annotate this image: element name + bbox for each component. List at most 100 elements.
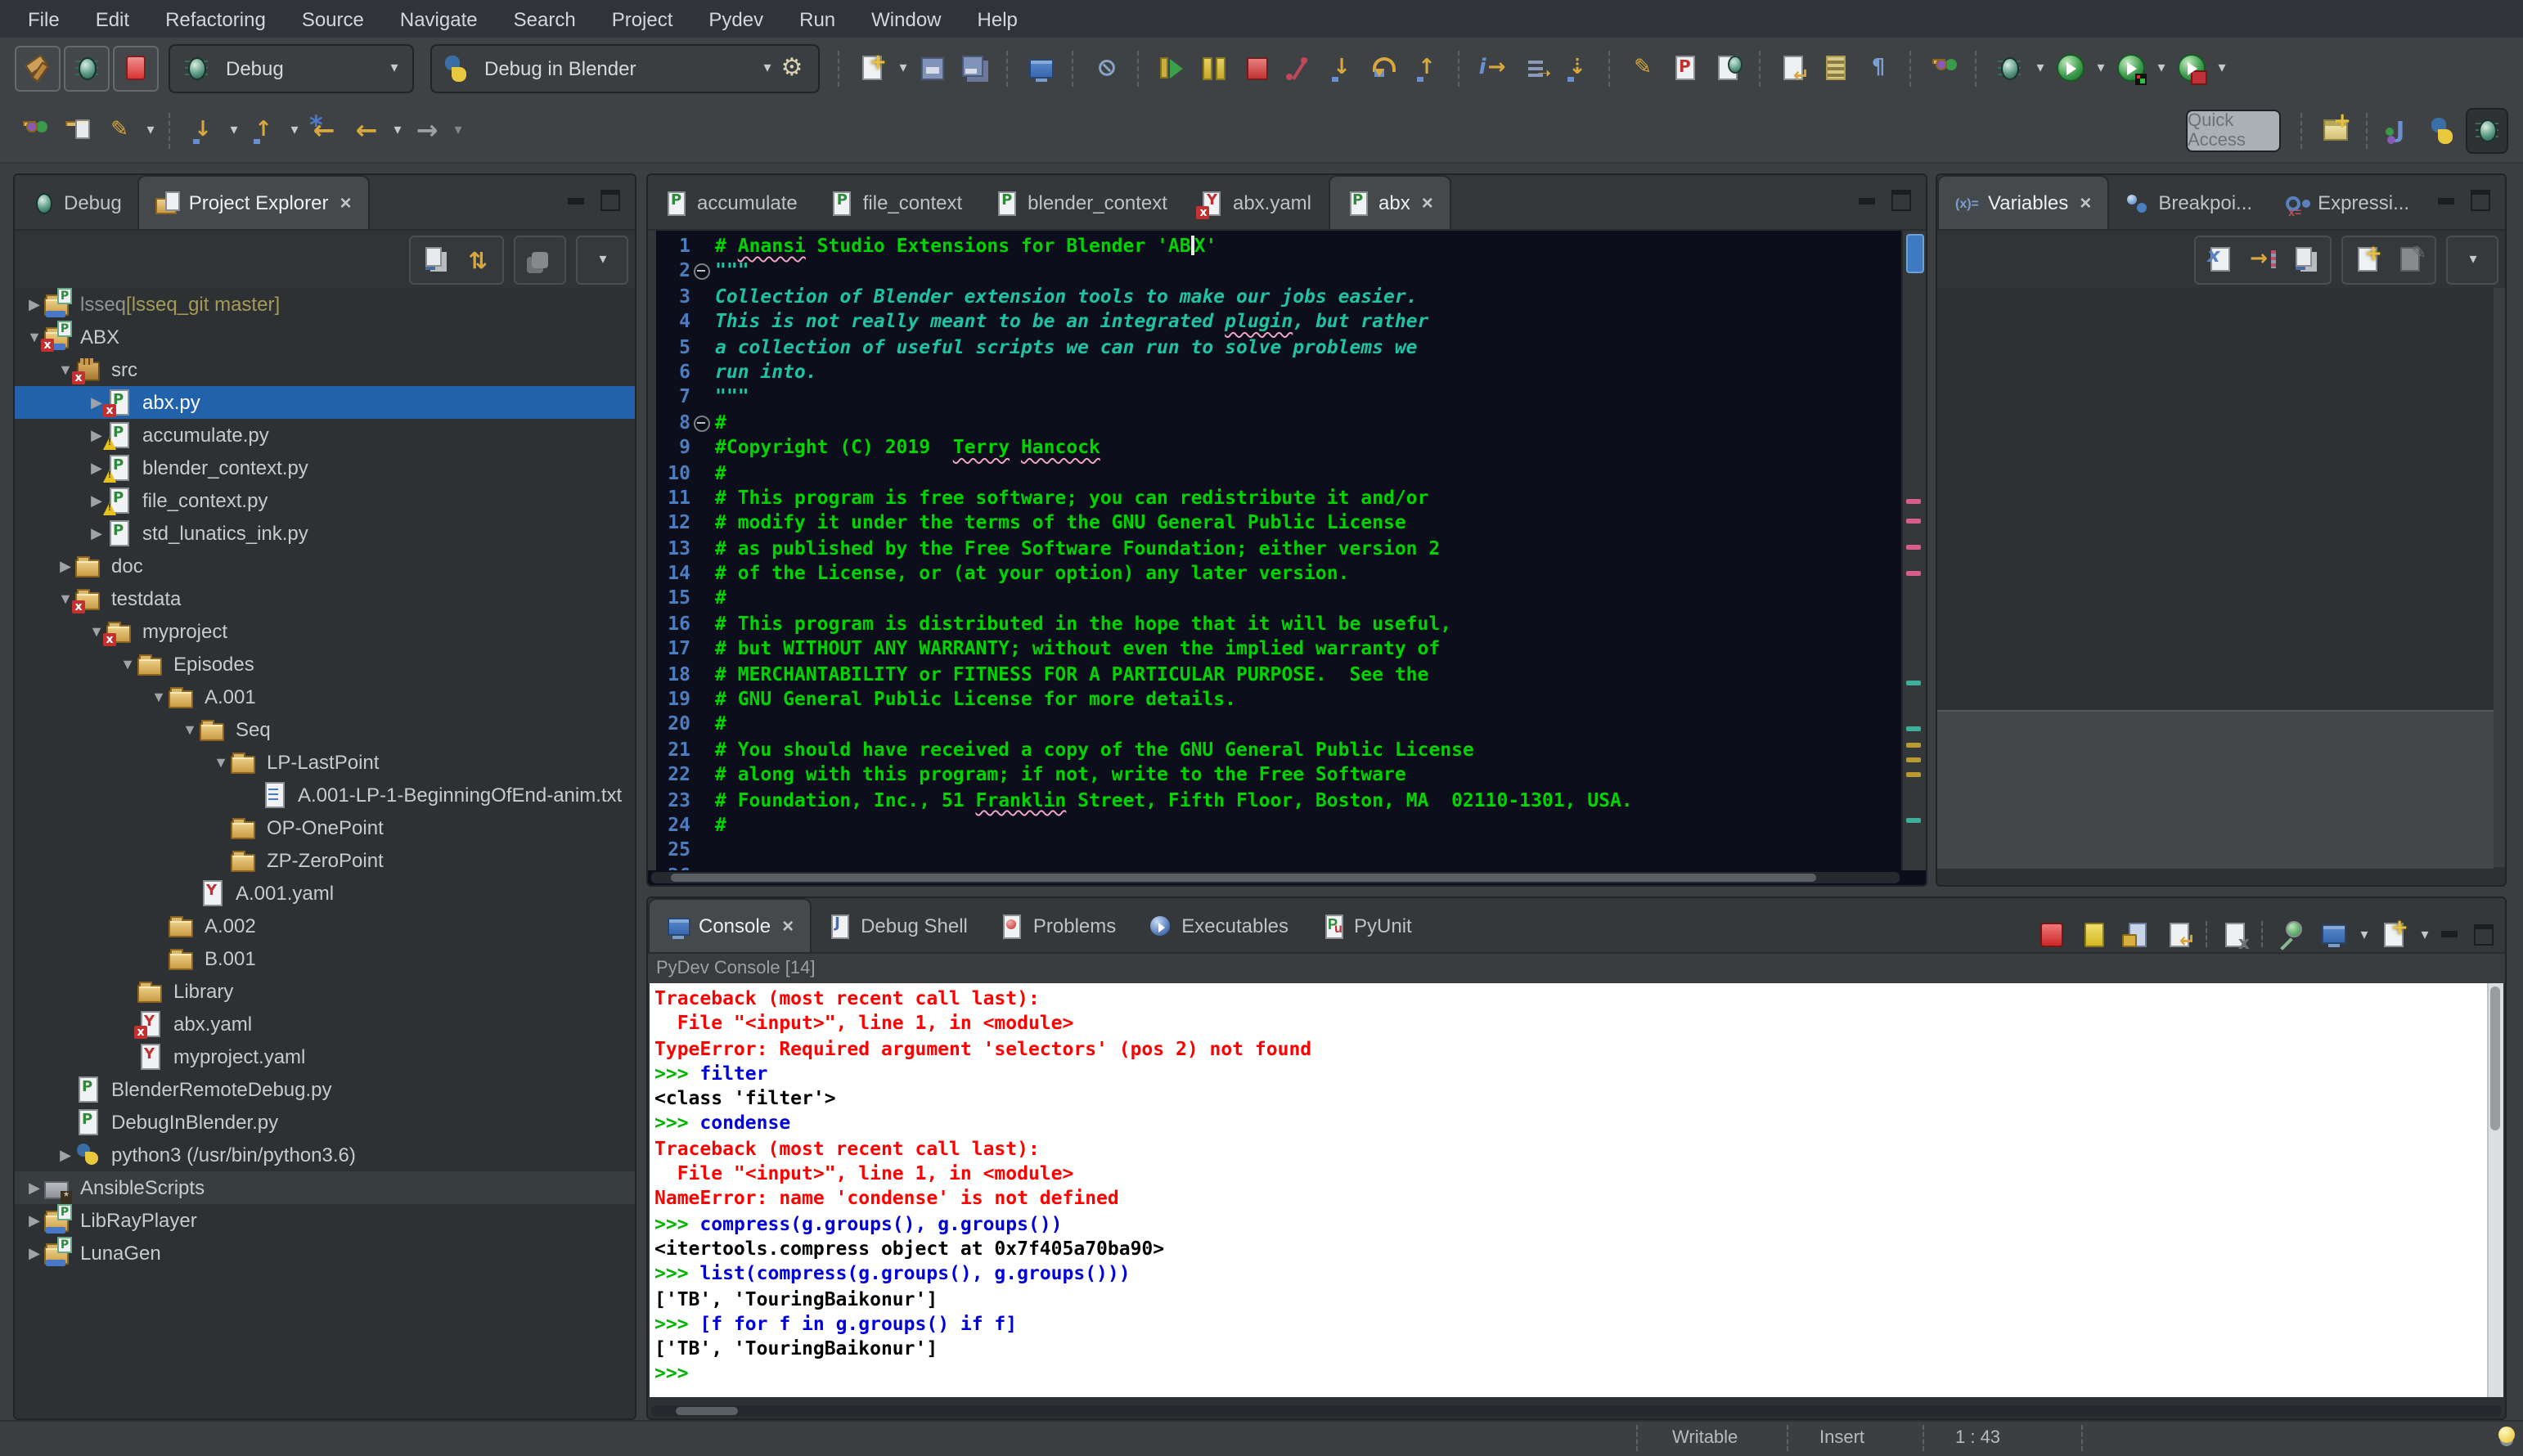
import-button[interactable] xyxy=(57,109,97,151)
tree-item-accumulate-py[interactable]: ▶Paccumulate.py xyxy=(15,419,635,452)
terminate-console-button[interactable] xyxy=(2032,913,2071,955)
menu-search[interactable]: Search xyxy=(496,2,594,35)
tree-item-myproject-yaml[interactable]: Ymyproject.yaml xyxy=(15,1040,635,1073)
clear-console-button[interactable] xyxy=(2215,913,2255,955)
gear-icon[interactable]: ⚙ xyxy=(776,52,808,84)
chevron-open-icon[interactable]: ▼ xyxy=(149,689,169,705)
overview-mark[interactable] xyxy=(1906,519,1921,524)
chevron-closed-icon[interactable]: ▶ xyxy=(25,1244,44,1262)
chevron-closed-icon[interactable]: ▶ xyxy=(25,1211,44,1229)
run-dropdown[interactable]: ▾ xyxy=(2093,59,2109,77)
tab-debug-shell[interactable]: JDebug Shell xyxy=(812,900,984,952)
run-button[interactable] xyxy=(2050,47,2089,89)
tree-item-blenderremotedebug-py[interactable]: PBlenderRemoteDebug.py xyxy=(15,1073,635,1106)
pydev-debug-module-button[interactable] xyxy=(1708,47,1747,89)
console-output[interactable]: Traceback (most recent call last): File … xyxy=(650,983,2503,1397)
minimize-icon[interactable] xyxy=(2438,197,2454,204)
maximize-icon[interactable] xyxy=(2471,190,2490,211)
save-all-button[interactable] xyxy=(956,47,995,89)
java-perspective-button[interactable] xyxy=(2381,109,2420,151)
use-step-filters-button[interactable] xyxy=(1515,47,1554,89)
tree-item-zp-zeropoint[interactable]: ZP-ZeroPoint xyxy=(15,844,635,877)
close-icon[interactable]: × xyxy=(782,914,794,937)
lightbulb-icon[interactable] xyxy=(2498,1427,2515,1443)
fold-marker[interactable] xyxy=(690,259,710,285)
pydev-perspective-button[interactable] xyxy=(2423,109,2462,151)
open-project-resource-button[interactable] xyxy=(15,109,54,151)
profile-dropdown[interactable]: ▾ xyxy=(2214,59,2230,77)
disconnect-button[interactable] xyxy=(1279,47,1319,89)
chevron-closed-icon[interactable]: ▶ xyxy=(87,524,106,542)
display-console-button[interactable] xyxy=(2314,913,2353,955)
debug-perspective-button[interactable] xyxy=(2466,107,2508,153)
edit-watch-button[interactable] xyxy=(2390,238,2430,281)
tree-item-testdata[interactable]: ▼xtestdata xyxy=(15,582,635,615)
minimize-icon[interactable] xyxy=(568,197,584,204)
previous-annotation-dropdown[interactable]: ▾ xyxy=(286,121,303,139)
forward-dropdown[interactable]: ▾ xyxy=(450,121,466,139)
tree-item-a-002[interactable]: A.002 xyxy=(15,910,635,942)
maximize-icon[interactable] xyxy=(1891,190,1911,211)
link-tree-button[interactable] xyxy=(2243,238,2282,281)
tree-item-file-context-py[interactable]: ▶Pfile_context.py xyxy=(15,484,635,517)
terminate-button[interactable] xyxy=(113,45,159,91)
tab-problems[interactable]: Problems xyxy=(984,900,1132,952)
new-watch-button[interactable] xyxy=(2348,238,2387,281)
menu-run[interactable]: Run xyxy=(781,2,853,35)
scroll-thumb[interactable] xyxy=(671,874,1816,882)
new-wizard-button[interactable] xyxy=(852,47,892,89)
fold-marker[interactable] xyxy=(690,410,710,435)
last-edit-location-button[interactable] xyxy=(1774,47,1813,89)
open-perspective-button[interactable] xyxy=(2315,109,2354,151)
console-hscrollbar[interactable] xyxy=(651,1405,2502,1417)
show-whitespace-button[interactable]: ¶ xyxy=(1859,47,1898,89)
overview-mark[interactable] xyxy=(1906,743,1921,748)
debug-last-button[interactable] xyxy=(64,45,110,91)
overview-mark[interactable] xyxy=(1906,726,1921,731)
tree-item-library[interactable]: Library xyxy=(15,975,635,1008)
tab-project-explorer[interactable]: Project Explorer× xyxy=(138,175,370,229)
close-icon[interactable]: × xyxy=(1422,191,1433,214)
open-console-dropdown[interactable]: ▾ xyxy=(2417,925,2433,943)
remove-launch-button[interactable] xyxy=(2075,913,2114,955)
step-over-button[interactable] xyxy=(1365,47,1404,89)
drop-to-frame-button[interactable]: ⇣ xyxy=(1558,47,1597,89)
tree-item-op-onepoint[interactable]: OP-OnePoint xyxy=(15,811,635,844)
save-button[interactable] xyxy=(913,47,952,89)
open-new-console-button[interactable] xyxy=(2374,913,2413,955)
tab-pyunit[interactable]: uPyUnit xyxy=(1305,900,1428,952)
tree-item-abx[interactable]: ▼PxABX xyxy=(15,321,635,353)
editor-hscrollbar[interactable] xyxy=(651,872,1900,883)
minimize-icon[interactable] xyxy=(2441,931,2458,937)
tab-blender-context[interactable]: Pblender_context xyxy=(978,177,1184,229)
tab-file-context[interactable]: Pfile_context xyxy=(814,177,978,229)
menu-refactoring[interactable]: Refactoring xyxy=(147,2,284,35)
suspend-button[interactable] xyxy=(1194,47,1234,89)
close-icon[interactable]: × xyxy=(2080,191,2091,214)
variables-menu-button[interactable]: ▾ xyxy=(2453,238,2492,281)
tree-item-a-001-lp-1-beginningofend-anim-txt[interactable]: A.001-LP-1-BeginningOfEnd-anim.txt xyxy=(15,779,635,811)
scroll-lock-button[interactable] xyxy=(2117,913,2156,955)
tree-item-python3-usr-bin-python3-6-[interactable]: ▶python3 (/usr/bin/python3.6) xyxy=(15,1139,635,1171)
overview-mark[interactable] xyxy=(1906,545,1921,550)
step-return-button[interactable]: ↑ xyxy=(1407,47,1446,89)
display-console-dropdown[interactable]: ▾ xyxy=(2356,925,2372,943)
tree-item-myproject[interactable]: ▼xmyproject xyxy=(15,615,635,648)
overview-mark[interactable] xyxy=(1906,571,1921,576)
tree-item-blender-context-py[interactable]: ▶Pblender_context.py xyxy=(15,452,635,484)
word-wrap-button[interactable] xyxy=(2160,913,2199,955)
pydev-module-button[interactable] xyxy=(1666,47,1705,89)
overview-mark[interactable] xyxy=(1906,757,1921,762)
step-into-selection-button[interactable] xyxy=(1473,47,1512,89)
debug-button[interactable] xyxy=(1990,47,2029,89)
console-vscrollbar[interactable] xyxy=(2487,983,2503,1397)
view-menu-button[interactable]: ▾ xyxy=(582,238,622,281)
menu-window[interactable]: Window xyxy=(853,2,959,35)
variables-tree[interactable] xyxy=(1937,288,2494,707)
tree-item-a-001[interactable]: ▼A.001 xyxy=(15,681,635,713)
skip-all-breakpoints-button[interactable] xyxy=(1086,47,1126,89)
menu-source[interactable]: Source xyxy=(284,2,382,35)
pydev-edit-button[interactable]: ✎ xyxy=(1623,47,1662,89)
minimize-icon[interactable] xyxy=(1859,197,1875,204)
tree-item-abx-yaml[interactable]: Yxabx.yaml xyxy=(15,1008,635,1040)
